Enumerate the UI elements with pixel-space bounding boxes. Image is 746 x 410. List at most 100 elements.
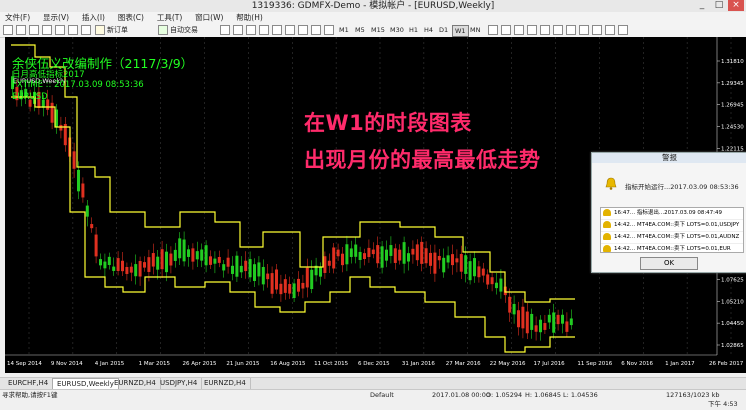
alert-row[interactable]: 16:47... 指标退出...2017.03.09 08:47:49 xyxy=(601,208,743,220)
candle-body xyxy=(270,273,274,294)
tab-eurnzd-h4-2[interactable]: EURNZD,H4 xyxy=(200,378,251,389)
new-order-icon[interactable] xyxy=(95,25,105,35)
tab-usdjpy-h4[interactable]: USDJPY,H4 xyxy=(156,378,203,389)
fibonacci-icon[interactable] xyxy=(298,25,308,35)
status-open: O: 1.05294 xyxy=(486,391,523,399)
zoom-in-icon[interactable] xyxy=(527,25,537,35)
window-title: 1319336: GDMFX-Demo - 模拟帐户 - [EURUSD,Wee… xyxy=(251,1,495,11)
maximize-button[interactable]: □ xyxy=(711,0,727,11)
auto-scroll-icon[interactable] xyxy=(566,25,576,35)
tile-windows-icon[interactable] xyxy=(553,25,563,35)
candle-body xyxy=(495,282,498,289)
candle-body xyxy=(446,255,450,263)
timeframe-w1[interactable]: W1 xyxy=(452,25,469,37)
arrows-icon[interactable] xyxy=(324,25,334,35)
timeframe-h4[interactable]: H4 xyxy=(422,25,435,35)
timeframe-m15[interactable]: M15 xyxy=(369,25,387,35)
candle-body xyxy=(327,260,331,266)
timeframe-h1[interactable]: H1 xyxy=(407,25,420,35)
candle-body xyxy=(200,249,204,261)
overlay-caption-1: 在W1的时段图表 xyxy=(304,111,472,135)
bell-icon xyxy=(603,209,611,216)
menu-window[interactable]: 窗口(W) xyxy=(190,12,228,23)
candle-body xyxy=(556,314,560,325)
timeframe-m5[interactable]: M5 xyxy=(353,25,367,35)
menu-help[interactable]: 帮助(H) xyxy=(231,12,268,23)
ok-button[interactable]: OK xyxy=(640,257,698,270)
periods-icon[interactable] xyxy=(605,25,615,35)
trendline-icon[interactable] xyxy=(272,25,282,35)
market-watch-icon[interactable] xyxy=(29,25,39,35)
candle-body xyxy=(160,249,164,270)
candle-body xyxy=(547,314,551,323)
timeframe-m30[interactable]: M30 xyxy=(388,25,406,35)
candle-body xyxy=(385,249,388,261)
menu-tools[interactable]: 工具(T) xyxy=(152,12,187,23)
candle-body xyxy=(138,261,142,277)
timeframe-d1[interactable]: D1 xyxy=(437,25,450,35)
navigator-icon[interactable] xyxy=(55,25,65,35)
candle-body xyxy=(490,277,494,285)
indicators-icon[interactable] xyxy=(592,25,602,35)
menu-insert[interactable]: 插入(I) xyxy=(77,12,110,23)
candlestick-icon[interactable] xyxy=(501,25,511,35)
candle-body xyxy=(191,248,195,262)
vertical-line-icon[interactable] xyxy=(246,25,256,35)
crosshair-icon[interactable] xyxy=(233,25,243,35)
templates-icon[interactable] xyxy=(618,25,628,35)
close-button[interactable]: × xyxy=(728,0,744,11)
new-chart-icon[interactable] xyxy=(3,25,13,35)
date-label: 9 Nov 2014 xyxy=(51,361,83,367)
line-chart-icon[interactable] xyxy=(514,25,524,35)
date-label: 11 Oct 2015 xyxy=(314,361,349,367)
menu-charts[interactable]: 图表(C) xyxy=(113,12,149,23)
candle-body xyxy=(204,245,208,266)
price-label: 1.05210 xyxy=(721,299,744,305)
price-label: 1.04450 xyxy=(721,321,744,327)
tester-icon[interactable] xyxy=(81,25,91,35)
candle-body xyxy=(477,266,481,278)
alert-history-list[interactable]: 16:47... 指标退出...2017.03.09 08:47:49 14:4… xyxy=(600,207,744,253)
date-label: 26 Feb 2017 xyxy=(709,361,744,367)
cursor-icon[interactable] xyxy=(220,25,230,35)
auto-trading-button[interactable]: 自动交易 xyxy=(170,25,198,35)
auto-trading-icon[interactable] xyxy=(158,25,168,35)
alert-title[interactable]: 警报 xyxy=(592,153,746,163)
horizontal-line-icon[interactable] xyxy=(259,25,269,35)
zoom-out-icon[interactable] xyxy=(540,25,550,35)
timeframe-m1[interactable]: M1 xyxy=(337,25,351,35)
price-label: 1.26945 xyxy=(721,103,744,109)
alert-row[interactable]: 14:42... MT4EA.COM::卖下 LOTS=0.01,USDJPY xyxy=(601,220,743,232)
chart-shift-icon[interactable] xyxy=(579,25,589,35)
candle-body xyxy=(59,124,63,131)
candle-body xyxy=(103,261,107,269)
alert-row[interactable]: 14:42... MT4EA.COM::卖下 LOTS=0.01,AUDNZ xyxy=(601,232,743,244)
candle-body xyxy=(151,253,155,267)
data-window-icon[interactable] xyxy=(42,25,52,35)
date-label: 16 Aug 2015 xyxy=(270,361,306,367)
alert-row[interactable]: 14:42... MT4EA.COM::卖下 LOTS=0.01,EUR xyxy=(601,244,743,252)
candle-body xyxy=(358,251,362,261)
terminal-icon[interactable] xyxy=(68,25,78,35)
timeframe-mn[interactable]: MN xyxy=(468,25,482,35)
candle-body xyxy=(376,245,380,264)
text-tool-icon[interactable] xyxy=(311,25,321,35)
menu-file[interactable]: 文件(F) xyxy=(0,12,35,23)
channel-icon[interactable] xyxy=(285,25,295,35)
candle-body xyxy=(464,255,468,274)
bar-chart-icon[interactable] xyxy=(488,25,498,35)
status-clock: 下午 4:53 xyxy=(708,400,738,408)
candle-body xyxy=(451,254,454,266)
date-label: 17 Jul 2016 xyxy=(534,361,566,367)
new-order-button[interactable]: 新订单 xyxy=(107,25,128,35)
tab-eurnzd-h4[interactable]: EURNZD,H4 xyxy=(110,378,161,389)
menu-view[interactable]: 显示(V) xyxy=(38,12,74,23)
date-label: 1 Jan 2017 xyxy=(665,361,695,367)
candle-body xyxy=(468,261,472,281)
candle-body xyxy=(156,256,160,270)
profiles-icon[interactable] xyxy=(16,25,26,35)
minimize-button[interactable]: _ xyxy=(694,0,710,11)
candle-body xyxy=(393,248,397,263)
candle-body xyxy=(429,252,432,266)
tab-eurchf-h4[interactable]: EURCHF,H4 xyxy=(4,378,54,389)
